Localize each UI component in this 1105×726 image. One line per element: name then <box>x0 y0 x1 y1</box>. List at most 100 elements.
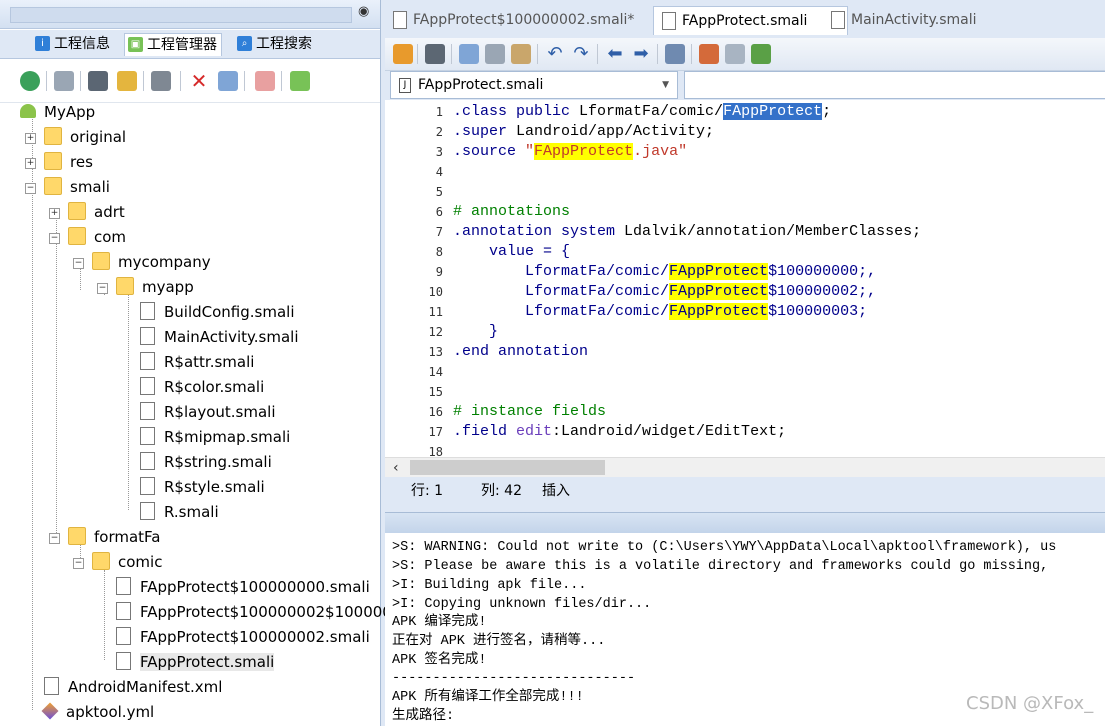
file-icon <box>140 351 155 370</box>
rename-icon[interactable] <box>218 71 238 91</box>
tab-project-search[interactable]: ⌕ 工程搜索 <box>234 33 316 55</box>
code-line: LformatFa/comic/FAppProtect$100000000;, <box>453 263 877 280</box>
tree-file[interactable]: FAppProtect$100000000.smali <box>116 575 370 599</box>
line-number: 11 <box>428 305 443 319</box>
separator <box>597 44 598 64</box>
line-number: 13 <box>428 345 443 359</box>
line-number: 17 <box>428 425 443 439</box>
code-line: .class public LformatFa/comic/FAppProtec… <box>453 103 832 120</box>
tree-file[interactable]: FAppProtect$100000002$100000 <box>116 600 392 624</box>
tree-folder-res[interactable]: res <box>44 150 93 174</box>
copy-icon[interactable] <box>459 44 479 64</box>
tree-file[interactable]: FAppProtect$100000002.smali <box>116 625 370 649</box>
horizontal-scrollbar[interactable]: ‹ <box>385 457 1105 478</box>
android-icon[interactable] <box>290 71 310 91</box>
file-icon <box>116 626 131 645</box>
format-icon[interactable] <box>665 44 685 64</box>
collapse-icon[interactable]: − <box>73 558 84 569</box>
status-col: 列: 42 <box>481 483 522 499</box>
tree-file[interactable]: R$style.smali <box>140 475 265 499</box>
tab-fappprotect[interactable]: FAppProtect.smali <box>653 6 848 35</box>
line-number: 9 <box>435 265 443 279</box>
back-icon[interactable]: ⬅ <box>605 44 625 64</box>
collapse-icon[interactable]: − <box>49 533 60 544</box>
cut-icon[interactable] <box>485 44 505 64</box>
tree-guide <box>56 210 57 535</box>
code-editor[interactable]: 1 2 3 4 5 6 7 8 9 10 11 12 13 14 15 16 1… <box>385 100 1105 457</box>
redo-icon[interactable]: ↷ <box>571 44 591 64</box>
editor-tabs: FAppProtect$100000002.smali* FAppProtect… <box>383 4 1105 36</box>
expand-icon[interactable]: + <box>25 158 36 169</box>
eye-icon[interactable]: ◉ <box>358 5 374 19</box>
tab-project-manager[interactable]: ▣ 工程管理器 <box>124 33 222 56</box>
output-line: APK 所有编译工作全部完成!!! <box>392 690 584 705</box>
tree-folder-original[interactable]: original <box>44 125 126 149</box>
tree-file-selected[interactable]: FAppProtect.smali <box>116 650 275 674</box>
output-line: >I: Building apk file... <box>392 578 587 593</box>
scrollbar-thumb[interactable] <box>410 460 605 475</box>
pdf-icon[interactable] <box>255 71 275 91</box>
separator <box>180 71 181 91</box>
run-icon[interactable] <box>751 44 771 64</box>
tree-file-manifest[interactable]: AndroidManifest.xml <box>44 675 222 699</box>
expand-icon[interactable]: + <box>49 208 60 219</box>
scroll-left-icon[interactable]: ‹ <box>393 458 399 478</box>
tree-folder-smali[interactable]: smali <box>44 175 110 199</box>
collapse-icon[interactable]: − <box>49 233 60 244</box>
folder-icon <box>68 526 86 545</box>
output-line: ------------------------------ <box>392 671 636 686</box>
tab-project-info[interactable]: i 工程信息 <box>32 33 114 55</box>
tree-folder-com[interactable]: com <box>68 225 126 249</box>
file-icon <box>140 301 155 320</box>
lock-icon[interactable] <box>393 44 413 64</box>
tree-file[interactable]: MainActivity.smali <box>140 325 299 349</box>
undo-icon[interactable]: ↶ <box>545 44 565 64</box>
list-icon[interactable] <box>725 44 745 64</box>
status-bar: 行: 1 列: 42 插入 <box>385 477 1105 505</box>
tree-file[interactable]: R.smali <box>140 500 219 524</box>
java-icon[interactable] <box>699 44 719 64</box>
tree-folder-formatfa[interactable]: formatFa <box>68 525 161 549</box>
code-line: # instance fields <box>453 403 607 420</box>
tree-file[interactable]: R$layout.smali <box>140 400 276 424</box>
tree-file[interactable]: R$string.smali <box>140 450 272 474</box>
file-select[interactable]: J FAppProtect.smali ▼ <box>390 71 678 99</box>
tree-folder-adrt[interactable]: adrt <box>68 200 125 224</box>
paste-icon[interactable] <box>511 44 531 64</box>
tree-file[interactable]: BuildConfig.smali <box>140 300 295 324</box>
file-icon <box>393 11 407 29</box>
tree-file-apktool[interactable]: apktool.yml <box>41 700 154 724</box>
code-line: } <box>453 323 499 340</box>
book-icon[interactable] <box>151 71 171 91</box>
tree-file[interactable]: R$attr.smali <box>140 350 254 374</box>
tree-file[interactable]: R$mipmap.smali <box>140 425 290 449</box>
tree-file[interactable]: R$color.smali <box>140 375 264 399</box>
collapse-icon[interactable]: − <box>73 258 84 269</box>
line-number: 8 <box>435 245 443 259</box>
image-icon[interactable] <box>54 71 74 91</box>
tree-root[interactable]: MyApp <box>20 100 95 124</box>
tab-fappprotect-100000002[interactable]: FAppProtect$100000002.smali* <box>385 6 678 34</box>
line-number: 12 <box>428 325 443 339</box>
tree-folder-myapp[interactable]: myapp <box>116 275 194 299</box>
output-line: >I: Copying unknown files/dir... <box>392 597 652 612</box>
collapse-icon[interactable]: − <box>25 183 36 194</box>
separator <box>657 44 658 64</box>
find-icon[interactable] <box>117 71 137 91</box>
tab-label: 工程搜索 <box>256 36 312 52</box>
window-icon[interactable] <box>88 71 108 91</box>
separator <box>244 71 245 91</box>
refresh-icon[interactable] <box>20 71 40 91</box>
delete-icon[interactable]: ✕ <box>189 71 209 91</box>
tree-folder-mycompany[interactable]: mycompany <box>92 250 211 274</box>
expand-icon[interactable]: + <box>25 133 36 144</box>
save-icon[interactable] <box>425 44 445 64</box>
collapse-icon[interactable]: − <box>97 283 108 294</box>
forward-icon[interactable]: ➡ <box>631 44 651 64</box>
method-select[interactable] <box>684 71 1105 99</box>
file-icon <box>140 451 155 470</box>
folder-icon <box>44 176 62 195</box>
tree-folder-comic[interactable]: comic <box>92 550 162 574</box>
tab-mainactivity[interactable]: MainActivity.smali <box>823 6 1021 34</box>
code-line: .end annotation <box>453 343 589 360</box>
